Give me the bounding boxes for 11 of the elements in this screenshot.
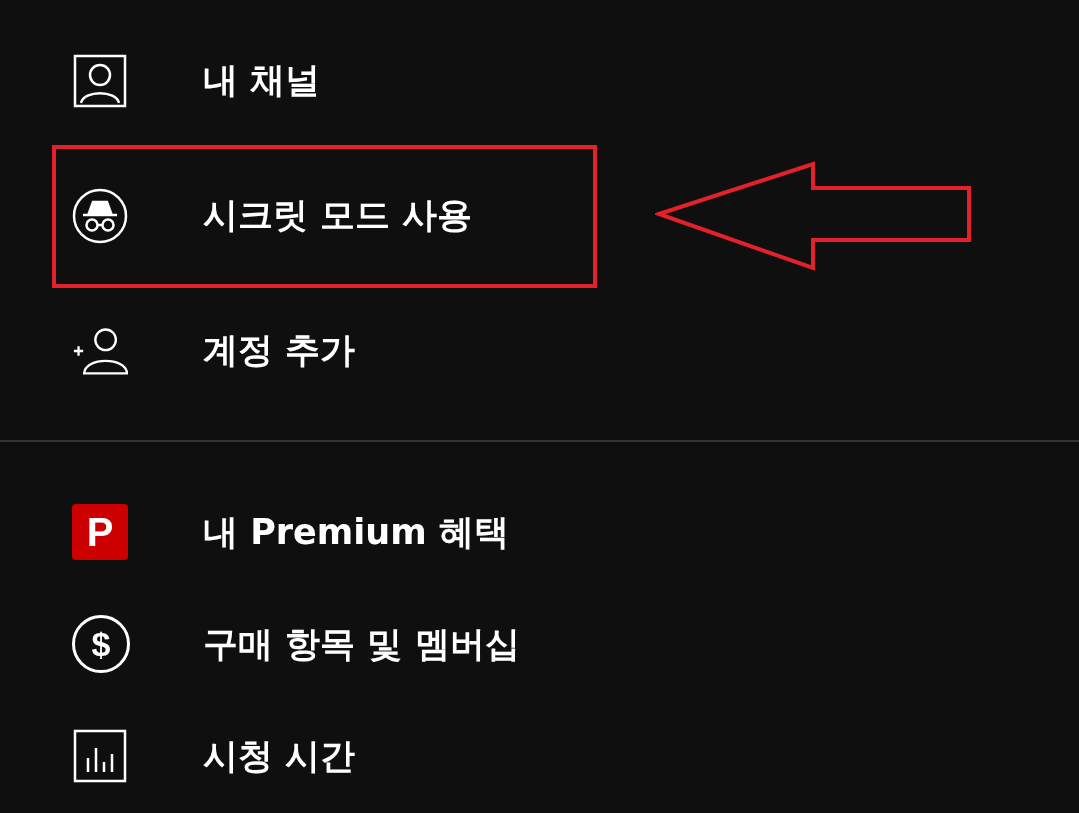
menu-item[interactable]: 계정 추가 (0, 283, 1079, 418)
bar-chart-icon (72, 728, 128, 784)
person-icon (72, 52, 128, 109)
menu-item[interactable]: 내 채널 (0, 13, 1079, 148)
incognito-icon (72, 187, 128, 244)
menu-item[interactable]: 시청 시간 (0, 700, 1079, 812)
menu-item[interactable]: 시크릿 모드 사용 (0, 148, 1079, 283)
premium-icon: P (72, 504, 128, 560)
dollar-icon: $ (72, 615, 130, 673)
menu-item[interactable]: $ 구매 항목 및 멤버십 (0, 588, 1079, 700)
menu-item[interactable]: P 내 Premium 혜택 (0, 476, 1079, 588)
